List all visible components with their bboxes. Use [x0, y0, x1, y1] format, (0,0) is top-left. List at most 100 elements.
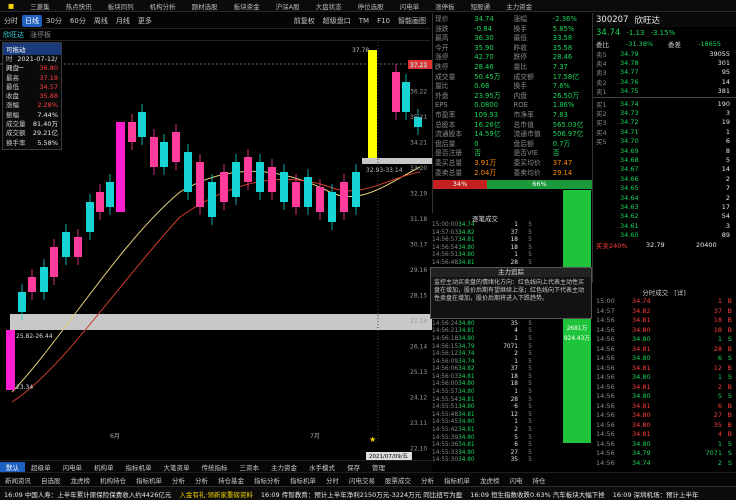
ob-level: 买4 [596, 128, 607, 137]
orderbook-row[interactable]: 买3 34.72 19 [593, 118, 736, 127]
news-item[interactable]: 16:09 深圳机场：预计上半年 [609, 489, 703, 499]
chart-period-tab[interactable]: 周线 [90, 16, 112, 26]
bottom-tab[interactable]: 龙虎榜 [475, 475, 505, 485]
news-item[interactable]: 16:09 传智教育：预计上半年净利2150万元-3224万元 同比扭亏为盈 [257, 489, 466, 499]
toolbar-right-item[interactable]: 智能画图 [394, 16, 430, 26]
bottom-tab[interactable]: 机构持仓 [95, 475, 131, 485]
tape-time: 14:56:00 [432, 381, 459, 388]
bottom-tab[interactable]: 闪电交易 [344, 475, 380, 485]
indicator-tab[interactable]: 三资本 [234, 462, 266, 472]
orderbook-row[interactable]: 卖1 34.75 381 [593, 87, 736, 96]
news-item[interactable]: 16:09 恒生指数收跌0.63% 汽车板块大幅下挫 [466, 489, 609, 499]
indicator-tab[interactable]: 大笔资单 [158, 462, 196, 472]
candlestick-chart[interactable]: 37.78 32.93-33.14 25.82-26.44 23.34 6月 7… [0, 42, 432, 460]
bottom-tab[interactable]: 分时 [321, 475, 344, 485]
toolbar-right-item[interactable]: F10 [373, 17, 394, 25]
indicator-tab[interactable]: 水手模式 [303, 462, 341, 472]
chart-period-tab[interactable]: 30分 [42, 16, 66, 26]
orderbook-row[interactable]: 34.64 2 [593, 193, 736, 202]
indicator-tab[interactable]: 主力资金 [265, 462, 303, 472]
ohlc-tooltip[interactable]: 可拖动 时间 2021-07-12/一 开盘 36.80 最高 37.18 最低 34.57 收… [2, 42, 62, 150]
top-nav-item[interactable]: 大盘状态 [308, 1, 350, 11]
ob-price: 34.67 [620, 165, 639, 174]
chart-period-tab[interactable]: 月线 [112, 16, 134, 26]
news-item[interactable]: 16:09 中国人寿：上半年累计原保险保费收入约4426亿元 [0, 489, 175, 499]
bottom-tab[interactable]: 分析 [416, 475, 439, 485]
top-nav-item[interactable]: 三菱集 [22, 1, 58, 11]
bottom-tab[interactable]: 指标机单 [439, 475, 475, 485]
more-dropdown[interactable]: 更多 [134, 16, 156, 26]
bottom-tab[interactable]: 龙虎榜 [66, 475, 96, 485]
order-book: 300207 欣旺达 34.74 -1.13 -3.15% 委比 -31.38%… [592, 13, 736, 283]
orderbook-row[interactable]: 34.62 54 [593, 212, 736, 221]
orderbook-row[interactable]: 卖5 34.79 39055 [593, 49, 736, 59]
toolbar-right-item[interactable]: 超级盘口 [319, 16, 355, 26]
indicator-tab[interactable]: 闪电单 [57, 462, 89, 472]
chart-period-tab[interactable]: 60分 [66, 16, 90, 26]
bottom-tab[interactable]: 分析 [190, 475, 213, 485]
indicator-tab[interactable]: 默认 [0, 461, 25, 472]
orderbook-row[interactable]: 买4 34.71 1 [593, 127, 736, 137]
orderbook-row[interactable]: 买1 34.74 190 [593, 99, 736, 109]
price-axis-label: 26.14 [410, 344, 427, 351]
tape-price: 34.81 [458, 396, 475, 403]
top-nav-item[interactable]: 主力资金 [498, 1, 540, 11]
tooltip-key: 最低 [6, 82, 19, 91]
indicator-tab[interactable]: 传统指标 [196, 462, 234, 472]
ob-price: 34.74 [620, 99, 639, 108]
top-nav-item[interactable]: 板块同列 [100, 1, 142, 11]
orderbook-row[interactable]: 34.67 14 [593, 165, 736, 174]
orderbook-row[interactable]: 34.60 89 [593, 230, 736, 239]
orderbook-row[interactable]: 卖3 34.77 95 [593, 68, 736, 77]
indicator-tab[interactable]: 超级单 [25, 462, 57, 472]
chart-period-tab[interactable]: 分时 [0, 16, 22, 26]
bottom-tab[interactable]: 分析 [167, 475, 190, 485]
toolbar-right-item[interactable]: TM [355, 17, 373, 25]
bottom-tab[interactable]: 指标机单 [131, 475, 167, 485]
ob-volume: 6 [725, 137, 730, 146]
orderbook-row[interactable]: 34.65 7 [593, 183, 736, 192]
toolbar-right-item[interactable]: 前复权 [290, 16, 319, 26]
bottom-tab[interactable]: 持仓 [528, 475, 551, 485]
bottom-tab[interactable]: 指标机单 [285, 475, 321, 485]
ob-footer-label: 买卖240% [596, 241, 628, 250]
indicator-tab[interactable]: 指标机单 [120, 462, 158, 472]
top-nav-item[interactable]: 机构分析 [142, 1, 184, 11]
bottom-tab[interactable]: 持仓基金 [213, 475, 249, 485]
orderbook-row[interactable]: 卖2 34.76 14 [593, 77, 736, 87]
top-nav-item[interactable]: 沪深A股 [268, 1, 308, 11]
indicator-tab[interactable]: 机构单 [88, 462, 120, 472]
orderbook-row[interactable]: 34.68 5 [593, 155, 736, 164]
top-nav-item[interactable]: 停位选股 [350, 1, 392, 11]
stock-name: 欣旺达 [634, 16, 660, 26]
ob-volume: 14 [721, 77, 730, 86]
indicator-tab[interactable]: 保存 [341, 462, 366, 472]
orderbook-row[interactable]: 34.61 3 [593, 221, 736, 230]
bottom-tab[interactable]: 闪电 [505, 475, 528, 485]
indicator-tab[interactable]: 管理 [366, 462, 391, 472]
tick-tab[interactable]: 分时成交 [642, 287, 668, 297]
top-nav-item[interactable]: 板块资金 [226, 1, 268, 11]
tick-detail-link[interactable]: [详] [674, 287, 686, 297]
top-nav-item[interactable]: 热点快讯 [58, 1, 100, 11]
quote-cell: 565.03亿 [552, 120, 584, 129]
orderbook-row[interactable]: 34.66 2 [593, 174, 736, 183]
bottom-tab[interactable]: 指标分析 [249, 475, 285, 485]
quote-cell: 委卖均价 [513, 168, 541, 177]
bottom-tab[interactable]: 新闻资讯 [0, 475, 36, 485]
home-icon[interactable]: ■ [0, 2, 22, 10]
orderbook-row[interactable]: 34.63 17 [593, 202, 736, 211]
orderbook-row[interactable]: 买2 34.73 3 [593, 108, 736, 118]
top-nav-item[interactable]: 涨停板 [427, 1, 463, 11]
orderbook-row[interactable]: 买5 34.70 6 [593, 137, 736, 146]
bottom-tab[interactable]: 股票成交 [380, 475, 416, 485]
orderbook-row[interactable]: 卖4 34.78 301 [593, 58, 736, 68]
top-nav-item[interactable]: 题材选股 [184, 1, 226, 11]
top-nav-item[interactable]: 短股通 [463, 1, 499, 11]
news-ad[interactable]: 入金有礼·领新家重磅资料 [175, 489, 257, 499]
chart-period-tab-selected[interactable]: 日线 [22, 14, 42, 27]
bottom-tab[interactable]: 自选股 [36, 475, 66, 485]
tape-price: 34.74 [458, 222, 475, 228]
orderbook-row[interactable]: 34.69 8 [593, 146, 736, 155]
top-nav-item[interactable]: 闪电单 [392, 1, 428, 11]
